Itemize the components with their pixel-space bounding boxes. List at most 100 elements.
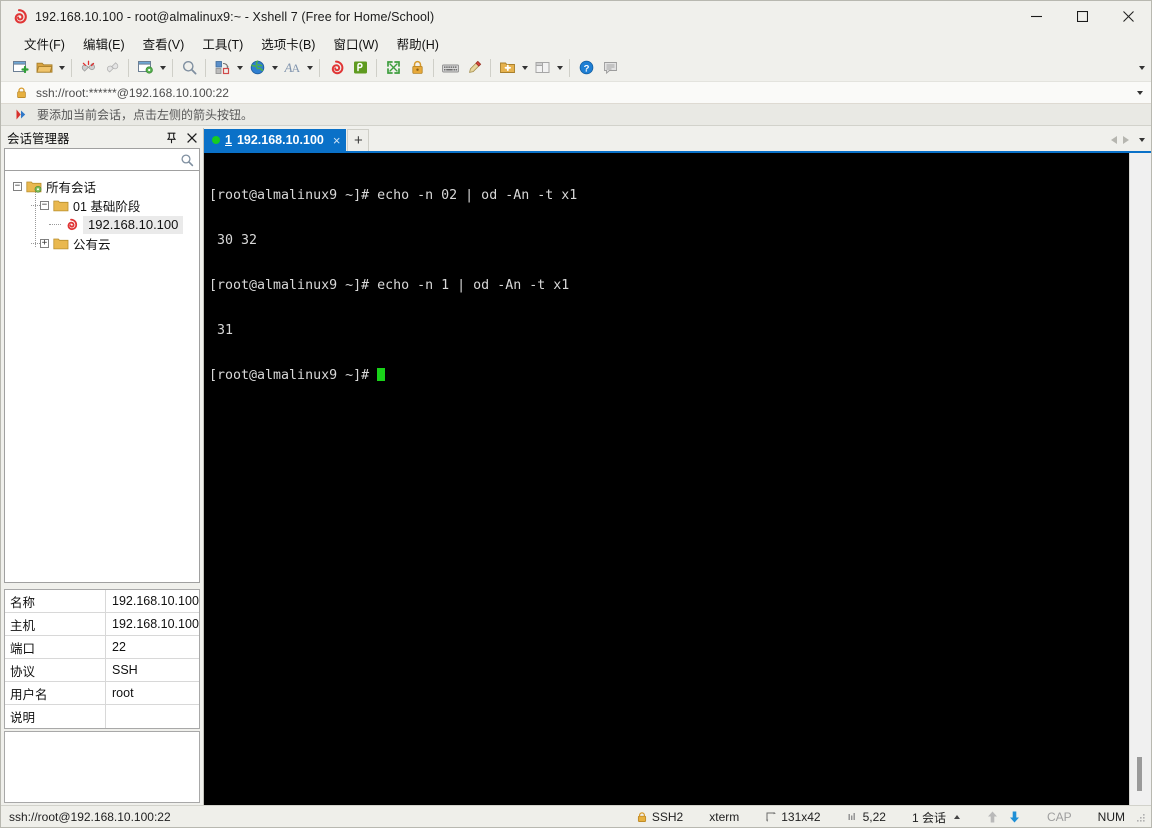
globe-dropdown[interactable] — [269, 56, 280, 80]
property-row: 名称 192.168.10.100 — [5, 590, 199, 613]
tree-expander[interactable]: + — [40, 239, 49, 248]
close-button[interactable] — [1105, 1, 1151, 32]
font-icon[interactable]: A A — [280, 56, 304, 80]
font-dropdown[interactable] — [304, 56, 315, 80]
add-folder-dropdown[interactable] — [519, 56, 530, 80]
property-key: 名称 — [5, 590, 106, 612]
session-tree[interactable]: − 所有会话 − — [4, 171, 200, 583]
lock-icon — [15, 86, 28, 99]
keyboard-icon[interactable] — [438, 56, 462, 80]
layout-dropdown[interactable] — [554, 56, 565, 80]
window-controls — [1013, 1, 1151, 32]
toolbar-separator — [128, 59, 129, 77]
tab-scroll-left-icon[interactable] — [1111, 136, 1117, 144]
disconnect-icon[interactable] — [76, 56, 100, 80]
status-protocol: SSH2 — [623, 810, 696, 824]
pin-icon[interactable] — [164, 130, 178, 145]
session-properties-dropdown[interactable] — [157, 56, 168, 80]
property-value: SSH — [106, 659, 199, 681]
open-folder-dropdown[interactable] — [56, 56, 67, 80]
close-icon[interactable] — [185, 130, 199, 145]
toolbar-overflow-button[interactable] — [1139, 54, 1145, 82]
menu-file[interactable]: 文件(F) — [15, 32, 74, 55]
property-row: 用户名 root — [5, 682, 199, 705]
tree-node-all-sessions[interactable]: − 所有会话 — [5, 177, 199, 196]
tab-bar: 1 192.168.10.100 × + — [204, 128, 1151, 151]
help-icon[interactable]: ? — [574, 56, 598, 80]
menu-window[interactable]: 窗口(W) — [324, 32, 387, 55]
scrollbar-thumb[interactable] — [1137, 757, 1142, 791]
globe-icon[interactable] — [245, 56, 269, 80]
lock-icon[interactable] — [405, 56, 429, 80]
xshell-session-icon — [63, 217, 79, 233]
fullscreen-icon[interactable] — [381, 56, 405, 80]
maximize-button[interactable] — [1059, 1, 1105, 32]
toolbar-separator — [205, 59, 206, 77]
terminal-screen[interactable]: [root@almalinux9 ~]# echo -n 02 | od -An… — [204, 153, 1129, 805]
tree-node-session-192-168-10-100[interactable]: 192.168.10.100 — [5, 215, 199, 234]
tab-list-dropdown-icon[interactable] — [1139, 138, 1145, 142]
status-terminal-type: xterm — [696, 810, 752, 824]
address-bar[interactable]: ssh://root:******@192.168.10.100:22 — [1, 82, 1151, 104]
xftp-icon[interactable] — [348, 56, 372, 80]
status-protocol-label: SSH2 — [652, 810, 683, 824]
terminal-panel: 1 192.168.10.100 × + [root@almalinux9 ~]… — [204, 128, 1151, 805]
xshell-icon[interactable] — [324, 56, 348, 80]
tab-192-168-10-100[interactable]: 1 192.168.10.100 × — [204, 129, 346, 151]
status-size: 131x42 — [752, 810, 833, 824]
session-properties-icon[interactable] — [133, 56, 157, 80]
menu-tabs[interactable]: 选项卡(B) — [252, 32, 324, 55]
comment-icon[interactable] — [598, 56, 622, 80]
layout-icon[interactable] — [530, 56, 554, 80]
new-session-icon[interactable] — [8, 56, 32, 80]
highlight-icon[interactable] — [462, 56, 486, 80]
tab-close-icon[interactable]: × — [333, 134, 341, 147]
search-input[interactable] — [5, 153, 180, 167]
transfer-icon[interactable] — [210, 56, 234, 80]
window-title: 192.168.10.100 - root@almalinux9:~ - Xsh… — [35, 10, 434, 24]
search-icon[interactable] — [180, 153, 194, 167]
xshell-app-icon — [10, 8, 28, 26]
open-folder-icon[interactable] — [32, 56, 56, 80]
minimize-button[interactable] — [1013, 1, 1059, 32]
tree-node-folder-basic[interactable]: − 01 基础阶段 — [5, 196, 199, 215]
connection-status-dot — [212, 136, 220, 144]
resize-grip[interactable] — [1135, 811, 1147, 823]
status-num-lock: NUM — [1085, 810, 1133, 824]
transfer-dropdown[interactable] — [234, 56, 245, 80]
property-value: 192.168.10.100 — [106, 590, 199, 612]
menu-tools[interactable]: 工具(T) — [193, 32, 252, 55]
property-value: 22 — [106, 636, 199, 658]
toolbar-separator — [433, 59, 434, 77]
tree-node-folder-public-cloud[interactable]: + 公有云 — [5, 234, 199, 253]
session-properties-table: 名称 192.168.10.100 主机 192.168.10.100 端口 2… — [4, 589, 200, 729]
property-value: root — [106, 682, 199, 704]
reconnect-icon[interactable] — [100, 56, 124, 80]
tab-number: 1 — [225, 133, 232, 147]
terminal-scrollbar[interactable] — [1129, 153, 1151, 805]
session-manager-title: 会话管理器 — [7, 128, 70, 147]
address-bar-value: ssh://root:******@192.168.10.100:22 — [36, 86, 229, 100]
tree-expander[interactable]: − — [40, 201, 49, 210]
terminal-line: 30 32 — [209, 233, 1129, 248]
address-bar-dropdown[interactable] — [1137, 82, 1143, 104]
session-search-box[interactable] — [4, 148, 200, 171]
tree-node-label: 公有云 — [73, 234, 111, 253]
search-icon[interactable] — [177, 56, 201, 80]
terminal-line: [root@almalinux9 ~]# echo -n 02 | od -An… — [209, 188, 1129, 203]
tab-scroll-right-icon[interactable] — [1123, 136, 1129, 144]
menu-help[interactable]: 帮助(H) — [388, 32, 448, 55]
new-tab-button[interactable]: + — [347, 129, 369, 151]
menu-view[interactable]: 查看(V) — [134, 32, 194, 55]
chevron-up-icon[interactable] — [954, 815, 960, 819]
tree-node-label: 所有会话 — [46, 177, 96, 196]
property-key: 端口 — [5, 636, 106, 658]
svg-text:A: A — [291, 61, 300, 75]
menu-edit[interactable]: 编辑(E) — [74, 32, 134, 55]
status-caps-lock: CAP — [1034, 810, 1085, 824]
tree-expander[interactable]: − — [13, 182, 22, 191]
status-transfer-indicators — [973, 810, 1034, 824]
add-folder-icon[interactable] — [495, 56, 519, 80]
status-session-count[interactable]: 1 会话 — [899, 809, 973, 826]
main-area: 会话管理器 — [1, 126, 1151, 805]
